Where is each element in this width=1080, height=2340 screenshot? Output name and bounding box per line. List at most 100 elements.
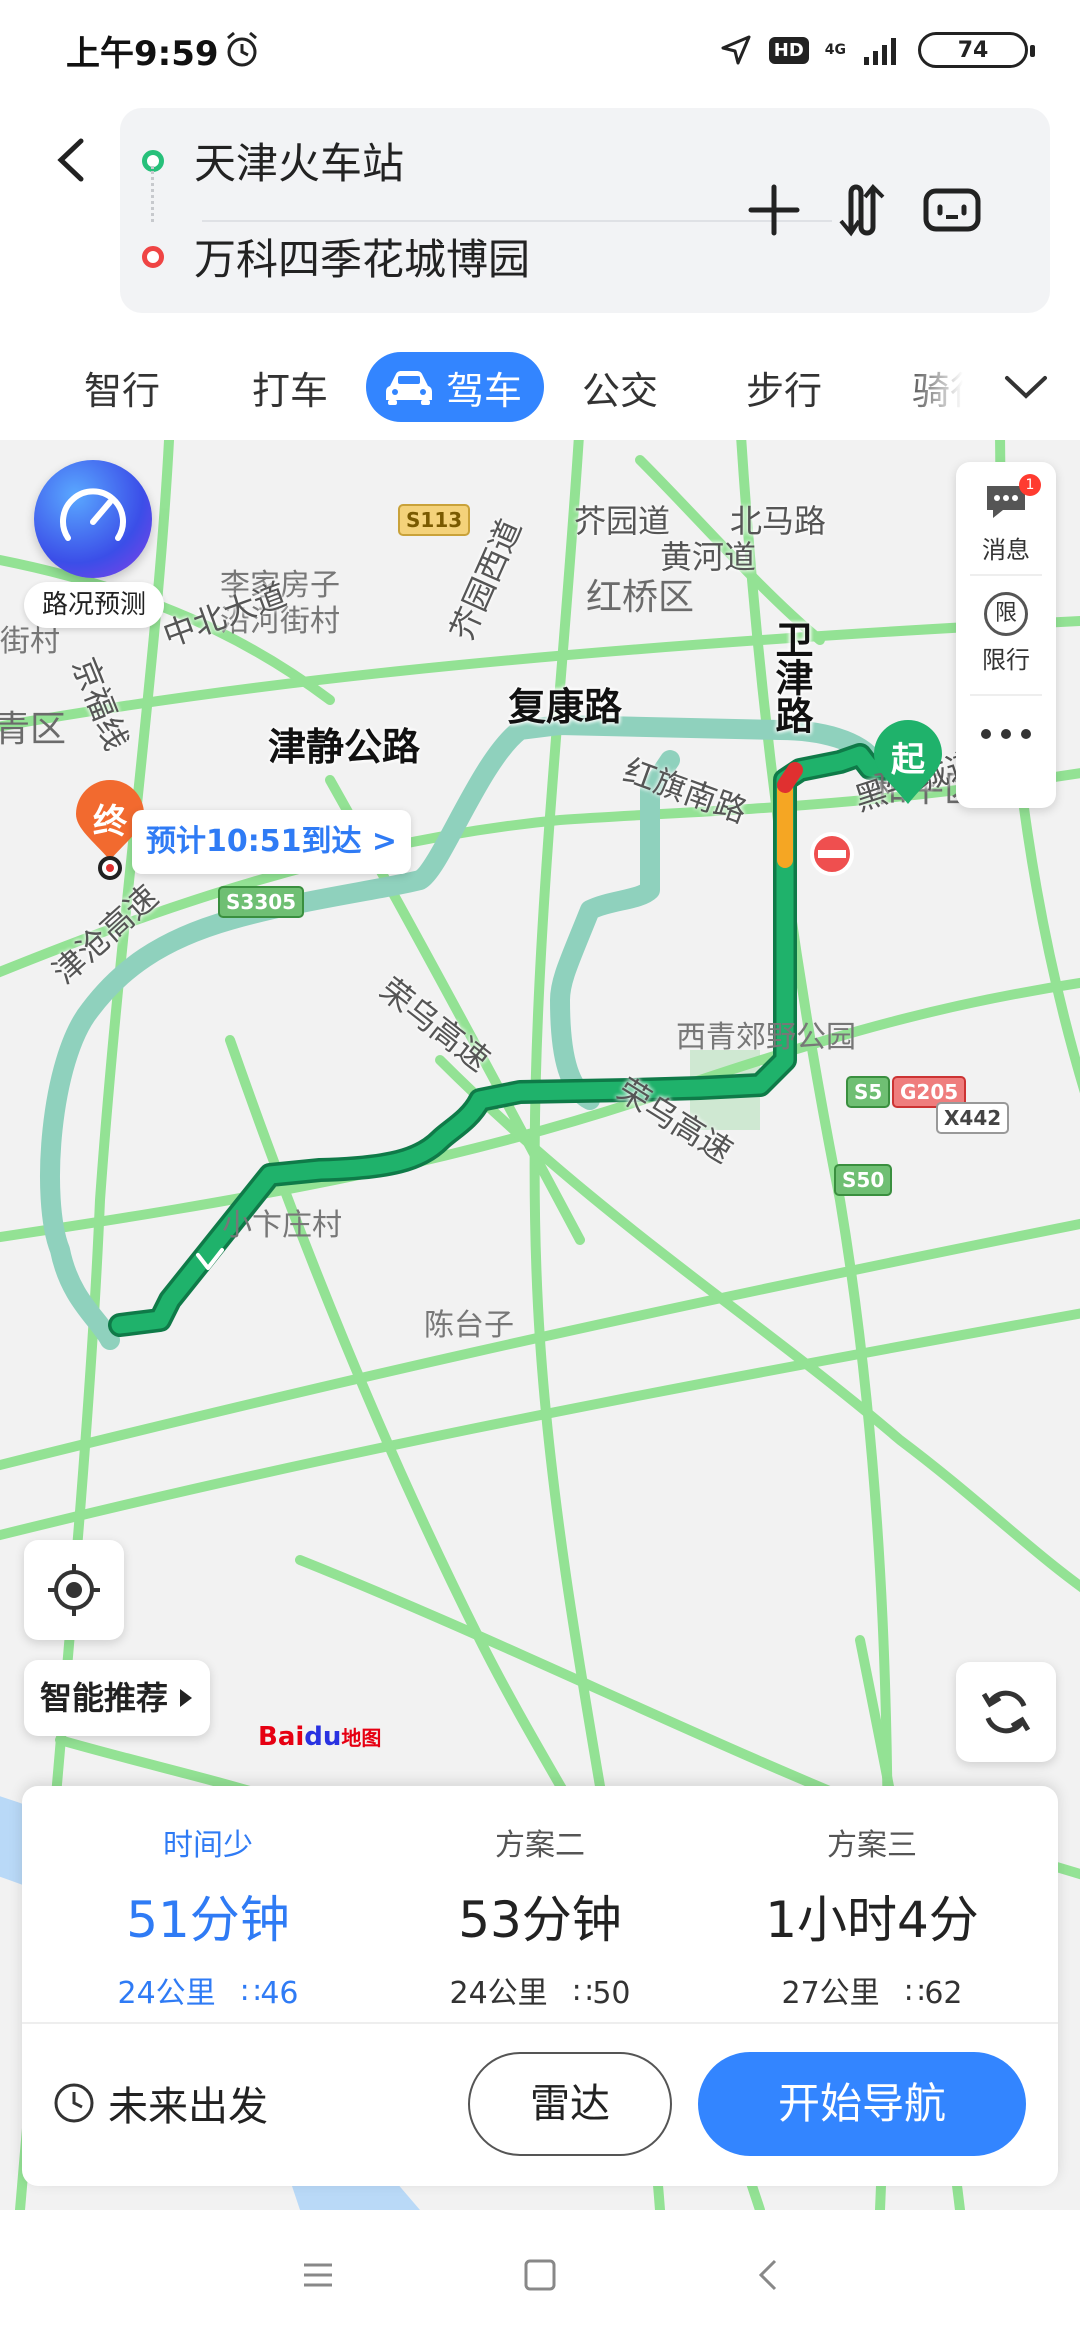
road-label: 复康路: [508, 685, 623, 729]
network-label: 4G: [824, 42, 846, 58]
traffic-light-icon: ∷: [573, 1976, 593, 2011]
plan-meta: 24公里 ∷50: [370, 1968, 710, 2012]
highway-shield: S5: [846, 1076, 891, 1108]
chevron-down-icon: [1005, 376, 1047, 399]
origin-row[interactable]: 天津火车站: [142, 130, 404, 191]
restriction-icon: 限: [984, 592, 1028, 636]
tab-smart[interactable]: 智行: [84, 352, 160, 422]
radar-button[interactable]: 雷达: [468, 2052, 672, 2156]
plan-tag: 方案三: [827, 1828, 917, 1863]
plan-lights: 46: [260, 1976, 299, 2011]
hd-badge: HD: [768, 36, 809, 64]
plan-time: 51分钟: [126, 1891, 290, 1949]
place-label: 西青郊野公园: [676, 1020, 856, 1055]
more-button[interactable]: [956, 724, 1056, 748]
expand-modes-button[interactable]: [996, 360, 1056, 416]
future-departure-label: 未来出发: [108, 2084, 268, 2130]
start-navigation-button[interactable]: 开始导航: [698, 2052, 1026, 2156]
more-dots-icon: [981, 729, 1031, 739]
plan-distance: 27公里: [781, 1976, 880, 2011]
tabs-fade: [900, 352, 990, 422]
battery-indicator: 74: [918, 32, 1035, 68]
options-icon: [923, 188, 981, 232]
swap-icon: [839, 184, 885, 237]
restriction-label: 限行: [982, 646, 1030, 674]
system-back-button[interactable]: [738, 2250, 798, 2300]
add-waypoint-button[interactable]: [738, 174, 810, 246]
start-pin-label: 起: [891, 740, 925, 780]
plan-tag: 时间少: [163, 1828, 253, 1863]
status-time: 上午9:59: [66, 34, 219, 74]
status-icons: HD 4G 74: [719, 28, 1035, 72]
traffic-predict-label: 路况预测: [24, 582, 164, 628]
messages-label: 消息: [982, 536, 1030, 564]
district-label: 青区: [0, 709, 67, 750]
route-options-button[interactable]: [916, 174, 988, 246]
tab-drive[interactable]: 驾车: [366, 352, 545, 422]
destination-row[interactable]: 万科四季花城博园: [142, 226, 530, 287]
menu-button[interactable]: [288, 2250, 348, 2300]
play-arrow-icon: [180, 1689, 193, 1707]
speedometer-icon: [34, 460, 152, 578]
route-plans-panel: 时间少 51分钟 24公里 ∷46 方案二 53分钟 24公里 ∷50 方案三 …: [22, 1786, 1058, 2186]
future-departure-button[interactable]: 未来出发: [52, 2068, 268, 2138]
locate-button[interactable]: [24, 1540, 124, 1640]
menu-icon: [304, 2263, 332, 2287]
place-label: 小卞庄村: [222, 1208, 342, 1243]
tab-bus[interactable]: 公交: [582, 352, 658, 422]
status-bar: 上午9:59 HD 4G 74: [0, 0, 1080, 100]
signal-icon: [864, 38, 896, 65]
smart-recommend-button[interactable]: 智能推荐: [24, 1660, 211, 1736]
refresh-button[interactable]: [956, 1662, 1056, 1762]
plan-distance: 24公里: [449, 1976, 548, 2011]
destination-text: 万科四季花城博园: [194, 235, 531, 284]
mode-tabs: 智行 打车 驾车 公交 步行 骑行: [0, 330, 1080, 440]
back-chevron-icon: [758, 2259, 777, 2291]
tab-drive-label: 驾车: [446, 368, 523, 413]
swap-route-button[interactable]: [826, 174, 898, 246]
highway-shield: S113: [398, 504, 471, 536]
start-pin[interactable]: 起: [870, 720, 946, 810]
route-input-box: 天津火车站 万科四季花城博园: [120, 108, 1050, 313]
plan-distance: 24公里: [117, 1976, 216, 2011]
plus-icon: [748, 184, 800, 236]
plan-tag: 方案二: [495, 1828, 585, 1863]
map-side-panel: 1 消息 限 限行: [956, 462, 1056, 808]
road-label: 卫津路: [769, 620, 813, 734]
plan-time: 1小时4分: [765, 1891, 979, 1949]
traffic-light-icon: ∷: [905, 1976, 925, 2011]
message-badge: 1: [1019, 474, 1041, 496]
origin-text: 天津火车站: [194, 139, 405, 188]
plan-option-1[interactable]: 时间少 51分钟 24公里 ∷46: [38, 1820, 378, 2012]
home-square-icon: [524, 2259, 556, 2291]
baidu-map-logo: Baidu地图: [258, 1722, 382, 1752]
back-button[interactable]: [40, 130, 100, 190]
highway-shield: S3305: [218, 886, 305, 918]
plan-option-3[interactable]: 方案三 1小时4分 27公里 ∷62: [702, 1820, 1042, 2012]
traffic-light-icon: ∷: [241, 1976, 261, 2011]
highway-shield: X442: [936, 1102, 1010, 1134]
plan-lights: 50: [592, 1976, 631, 2011]
refresh-icon: [981, 1690, 1031, 1734]
plan-time: 53分钟: [458, 1891, 622, 1949]
plan-lights: 62: [924, 1976, 963, 2011]
road-label: 芥园道: [574, 502, 671, 540]
road-label: 黄河道: [660, 538, 757, 576]
side-divider: [970, 694, 1042, 696]
road-label: 津静公路: [268, 725, 421, 769]
plan-option-2[interactable]: 方案二 53分钟 24公里 ∷50: [370, 1820, 710, 2012]
chevron-left-icon: [57, 138, 84, 182]
car-icon: [386, 371, 432, 405]
place-label: 陈台子: [424, 1308, 514, 1343]
smart-recommend-label: 智能推荐: [40, 1679, 169, 1717]
home-button[interactable]: [510, 2250, 570, 2300]
side-divider: [970, 574, 1042, 576]
restriction-button[interactable]: 限 限行: [956, 592, 1056, 675]
tab-taxi[interactable]: 打车: [252, 352, 328, 422]
locate-icon: [48, 1564, 100, 1616]
traffic-predict-button[interactable]: 路况预测: [24, 460, 164, 630]
clock-icon: [54, 2083, 94, 2123]
tab-walk[interactable]: 步行: [746, 352, 822, 422]
eta-bubble[interactable]: 预计10:51到达 >: [132, 810, 412, 874]
messages-button[interactable]: 1 消息: [956, 474, 1056, 565]
